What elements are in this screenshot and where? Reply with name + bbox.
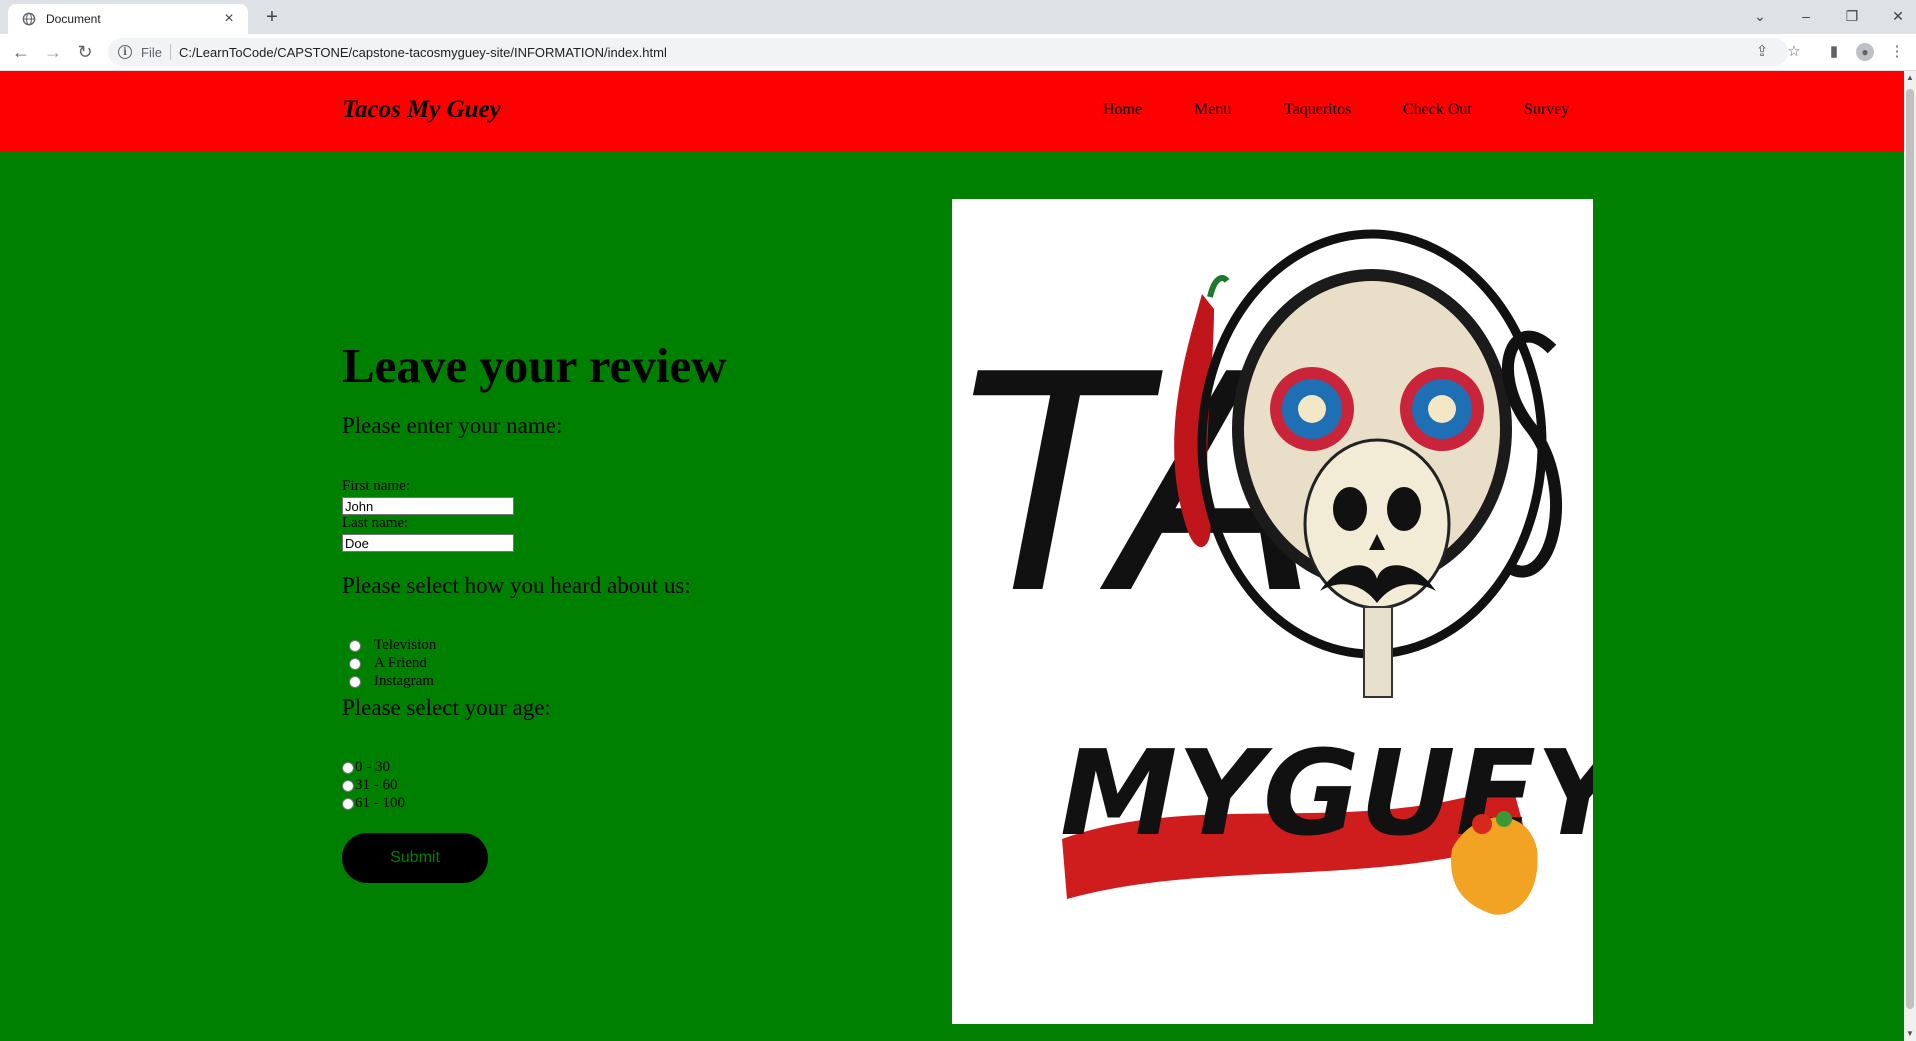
first-name-label: First name:: [342, 478, 410, 494]
tacos-my-guey-logo-image: TA MYGUEY: [952, 199, 1593, 1024]
radio-button[interactable]: [349, 675, 361, 688]
nav-link-menu[interactable]: Menu: [1194, 101, 1231, 119]
globe-icon: [22, 12, 36, 26]
radio-option-age-0-30[interactable]: 0 - 30: [342, 759, 390, 776]
radio-button[interactable]: [342, 779, 354, 792]
side-panel-icon[interactable]: ▮: [1825, 43, 1843, 61]
url-text[interactable]: C:/LearnToCode/CAPSTONE/capstone-tacosmy…: [179, 45, 667, 60]
site-brand[interactable]: Tacos My Guey: [342, 96, 501, 124]
scroll-thumb[interactable]: [1906, 89, 1914, 1009]
page-viewport: Tacos My Guey Home Menu Taqueritos Check…: [0, 71, 1916, 1041]
bookmark-star-icon[interactable]: ☆: [1785, 43, 1803, 61]
scroll-down-arrow[interactable]: ▼: [1904, 1027, 1916, 1041]
radio-label: A Friend: [374, 655, 427, 671]
radio-label: 61 - 100: [355, 795, 405, 811]
restore-icon[interactable]: ❐: [1838, 4, 1866, 28]
new-tab-icon[interactable]: +: [260, 6, 284, 30]
nav-link-survey[interactable]: Survey: [1524, 101, 1569, 119]
share-icon[interactable]: ⇪: [1753, 43, 1771, 61]
back-icon[interactable]: ←: [8, 39, 34, 65]
nav-link-taqueritos[interactable]: Taqueritos: [1284, 101, 1351, 119]
tab-close-icon[interactable]: ×: [220, 10, 238, 28]
reload-icon[interactable]: ↻: [72, 39, 98, 65]
last-name-label: Last name:: [342, 515, 409, 531]
radio-label: 0 - 30: [355, 759, 390, 775]
radio-label: 31 - 60: [355, 777, 398, 793]
browser-tab-strip: Document × + ⌄ – ❐ ✕: [0, 0, 1916, 34]
radio-option-a-friend[interactable]: A Friend: [349, 655, 427, 672]
radio-option-age-31-60[interactable]: 31 - 60: [342, 777, 398, 794]
file-label: File: [141, 44, 162, 60]
browser-tab[interactable]: Document ×: [8, 4, 248, 34]
address-bar[interactable]: i File C:/LearnToCode/CAPSTONE/capstone-…: [108, 38, 1788, 66]
close-window-icon[interactable]: ✕: [1884, 4, 1912, 28]
first-name-input[interactable]: [342, 497, 514, 515]
tab-search-icon[interactable]: ⌄: [1746, 4, 1774, 28]
radio-button[interactable]: [349, 639, 361, 652]
radio-option-instagram[interactable]: Instagram: [349, 673, 434, 690]
age-prompt: Please select your age:: [342, 695, 551, 720]
radio-button[interactable]: [349, 657, 361, 670]
forward-icon[interactable]: →: [40, 39, 66, 65]
radio-label: Instagram: [374, 673, 434, 689]
site-header: Tacos My Guey Home Menu Taqueritos Check…: [0, 71, 1904, 152]
submit-button[interactable]: Submit: [342, 833, 488, 883]
radio-option-age-61-100[interactable]: 61 - 100: [342, 795, 405, 812]
tab-title: Document: [46, 12, 101, 26]
last-name-input[interactable]: [342, 534, 514, 552]
nav-link-home[interactable]: Home: [1103, 101, 1142, 119]
page-scrollbar[interactable]: ▲ ▼: [1904, 71, 1916, 1041]
radio-button[interactable]: [342, 761, 354, 774]
logo-artwork: TA MYGUEY: [960, 229, 1593, 915]
review-heading: Leave your review: [342, 338, 727, 393]
heard-prompt: Please select how you heard about us:: [342, 573, 691, 598]
name-prompt: Please enter your name:: [342, 413, 563, 438]
scroll-up-arrow[interactable]: ▲: [1904, 71, 1916, 85]
minimize-icon[interactable]: –: [1792, 4, 1820, 28]
info-icon[interactable]: i: [118, 45, 132, 59]
browser-toolbar: ← → ↻ i File C:/LearnToCode/CAPSTONE/cap…: [0, 34, 1916, 71]
url-divider: [169, 44, 171, 60]
nav-link-check-out[interactable]: Check Out: [1403, 101, 1472, 119]
radio-option-television[interactable]: Television: [349, 637, 436, 654]
radio-button[interactable]: [342, 797, 354, 810]
radio-label: Television: [374, 637, 437, 653]
profile-avatar[interactable]: ●: [1856, 43, 1874, 61]
browser-menu-icon[interactable]: ⋮: [1888, 43, 1906, 61]
